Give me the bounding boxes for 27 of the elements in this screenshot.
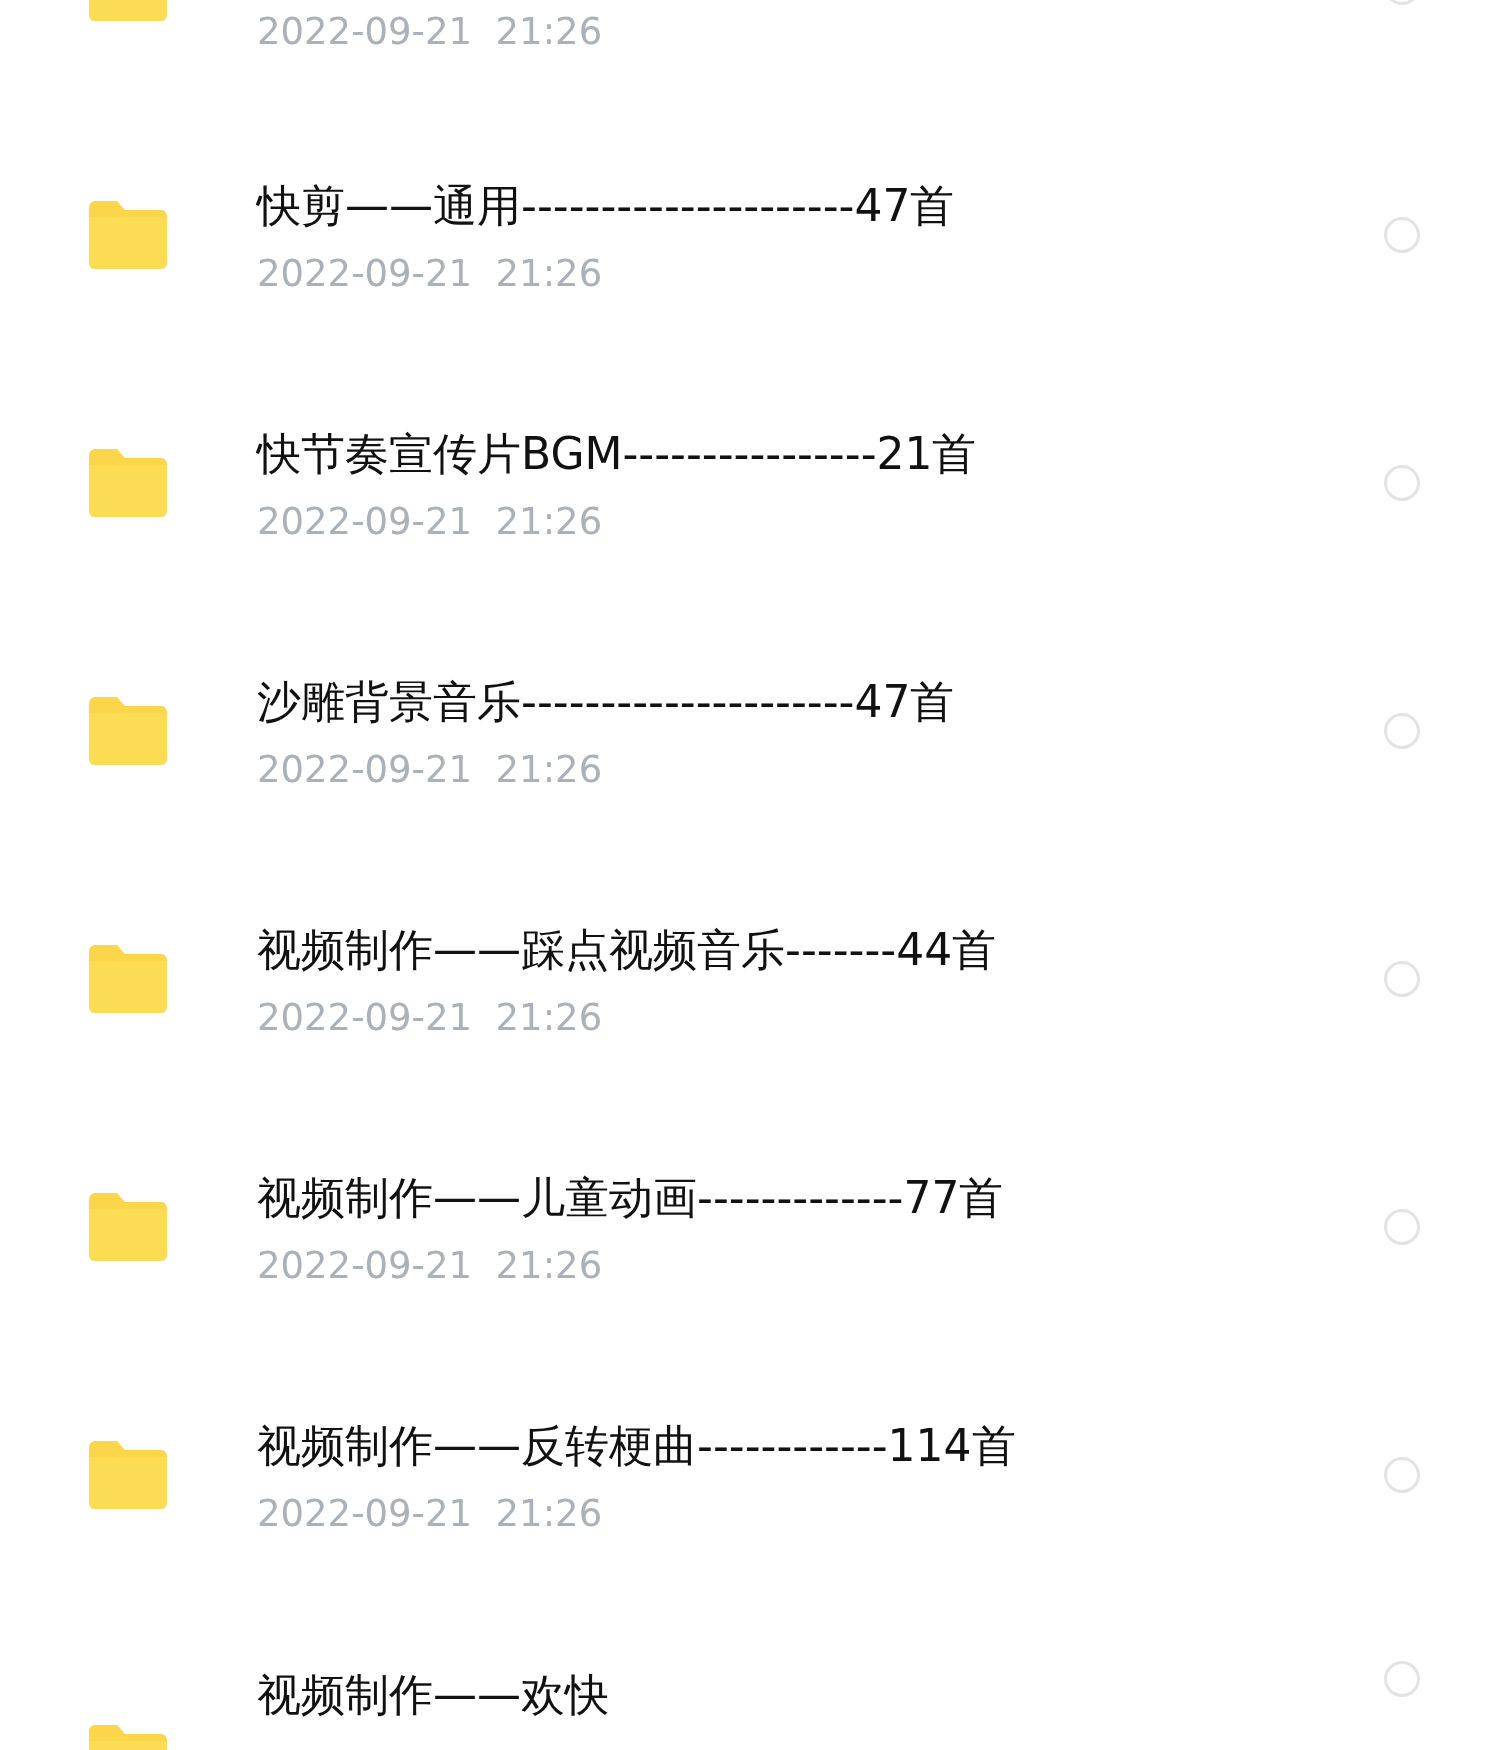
folder-name: 视频制作——反转梗曲------------114首 — [257, 1419, 1017, 1473]
select-radio[interactable] — [1384, 1457, 1420, 1493]
folder-icon — [89, 945, 167, 1013]
folder-date: 2022-09-21 21:26 — [257, 995, 604, 1041]
select-radio[interactable] — [1384, 961, 1420, 997]
folder-icon — [89, 201, 167, 269]
folder-icon — [89, 697, 167, 765]
folder-name: 视频制作——欢快 — [257, 1668, 610, 1722]
folder-name: 快节奏宣传片BGM----------------21首 — [257, 427, 978, 481]
folder-date: 2022-09-21 21:26 — [257, 251, 604, 297]
select-radio[interactable] — [1384, 1661, 1420, 1697]
folder-icon — [89, 1441, 167, 1509]
select-radio[interactable] — [1384, 713, 1420, 749]
folder-date: 2022-09-21 21:26 — [257, 747, 604, 793]
folder-name: 视频制作——踩点视频音乐-------44首 — [257, 923, 998, 977]
select-radio[interactable] — [1384, 217, 1420, 253]
select-radio[interactable] — [1384, 1209, 1420, 1245]
folder-name: 沙雕背景音乐---------------------47首 — [257, 675, 956, 729]
folder-date: 2022-09-21 21:26 — [257, 1491, 604, 1537]
select-radio[interactable] — [1384, 465, 1420, 501]
folder-date: 2022-09-21 21:26 — [257, 9, 604, 55]
folder-icon — [89, 1193, 167, 1261]
folder-name: 快剪——通用---------------------47首 — [257, 179, 956, 233]
folder-date: 2022-09-21 21:26 — [257, 1243, 604, 1289]
folder-icon — [89, 449, 167, 517]
folder-name: 视频制作——儿童动画-------------77首 — [257, 1171, 1005, 1225]
folder-date: 2022-09-21 21:26 — [257, 499, 604, 545]
